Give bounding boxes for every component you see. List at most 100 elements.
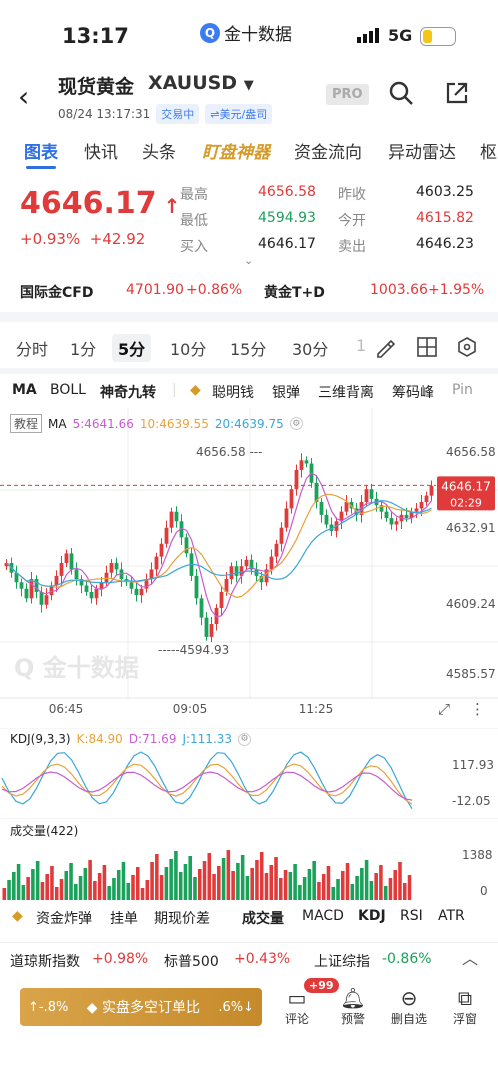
indicator-divergence[interactable]: 三维背离 [318, 382, 374, 402]
volume-bar [398, 862, 402, 900]
settings-icon[interactable]: ⚙ [238, 732, 252, 746]
instrument-title: 现货黄金 [58, 76, 135, 98]
indicator-silver-bullet[interactable]: 银弹 [272, 382, 300, 402]
tab-anomaly-radar[interactable]: 异动雷达 [388, 138, 456, 163]
last-price-value: 4646.17 [20, 186, 157, 221]
period-15m[interactable]: 15分 [230, 336, 266, 360]
settings-hex-icon[interactable] [456, 336, 478, 362]
chevron-up-icon[interactable]: ︿ [462, 945, 478, 969]
ma10-value: 10:4639.55 [139, 416, 209, 431]
kdj-d: D:71.69 [128, 732, 177, 746]
volume-bar [7, 880, 11, 900]
period-5m[interactable]: 5分 [112, 334, 152, 362]
related-tickers[interactable]: 国际金CFD 4701.90 +0.86% 黄金T+D 1003.66 +1.9… [0, 278, 498, 306]
search-icon[interactable] [388, 80, 414, 110]
indicator-magic-nine[interactable]: 神奇九转 [100, 382, 156, 402]
more-vertical-icon: ⋮ [470, 700, 485, 718]
float-window-button[interactable]: ⧉ 浮窗 [440, 986, 490, 1027]
volume-bar [202, 861, 207, 900]
subtab-volume[interactable]: 成交量 [242, 908, 284, 928]
comment-label: 评论 [284, 1012, 309, 1026]
volume-bar [40, 882, 45, 900]
back-button[interactable]: ‹ [18, 80, 29, 113]
remove-watch-label: 删自选 [390, 1012, 427, 1026]
layout-grid-icon[interactable] [416, 336, 438, 362]
period-10m[interactable]: 10分 [170, 336, 206, 360]
tutorial-button[interactable]: 教程 [10, 414, 43, 433]
candle-body [394, 521, 399, 525]
signal-icon [357, 28, 379, 43]
period-timeshare[interactable]: 分时 [16, 336, 48, 360]
volume-bar [64, 871, 69, 900]
tab-chart[interactable]: 图表 [24, 138, 58, 163]
period-1m[interactable]: 1分 [70, 336, 96, 360]
volume-bar [145, 880, 150, 900]
remove-watchlist-button[interactable]: ⊖ 删自选 [384, 986, 434, 1027]
alert-button[interactable]: 🔔︎ 预警 [328, 986, 378, 1027]
app-name: 金十数据 [224, 25, 292, 45]
subtab-macd[interactable]: MACD [302, 908, 344, 924]
period-30m[interactable]: 30分 [292, 336, 328, 360]
subtab-basis[interactable]: 期现价差 [154, 908, 210, 928]
volume-bar [379, 865, 383, 900]
battery-icon [420, 27, 456, 46]
volume-bar [126, 883, 131, 900]
diamond-icon: ◆ [12, 908, 23, 924]
low-marker: -----4594.93 [158, 643, 229, 657]
kdj-d-line [1, 771, 413, 801]
share-icon[interactable] [444, 80, 470, 110]
index-bar[interactable]: 道琼斯指数 +0.98% 标普500 +0.43% 上证综指 -0.86% ︿ [0, 942, 498, 970]
instrument-header: ‹ 现货黄金 XAUUSD ▼ 08/24 13:17:31 交易中 ⇌美元/盎… [0, 66, 498, 126]
pro-button[interactable]: PRO [326, 84, 369, 105]
clock: 13:17 [62, 24, 129, 48]
candle-body [414, 508, 419, 512]
subtab-fund-bomb[interactable]: 资金炸弹 [36, 908, 92, 928]
indicator-pin[interactable]: Pin [452, 382, 473, 398]
volume-bar [317, 882, 321, 900]
ma20-line [6, 499, 432, 587]
volume-bar [21, 885, 26, 900]
subtab-rsi[interactable]: RSI [400, 908, 423, 924]
volume-bar [74, 884, 78, 900]
tab-more[interactable]: 枢 [480, 138, 497, 163]
candlestick-chart[interactable]: 4646.17 02:29 4656.58 4632.91 4609.24 4585.57… [0, 408, 498, 723]
tab-headlines[interactable]: 头条 [142, 138, 176, 163]
ticker-value: 1003.66 [370, 282, 428, 298]
app-indicator: Q 金十数据 [200, 20, 292, 45]
indicator-boll[interactable]: BOLL [50, 382, 86, 398]
draw-tool-icon[interactable] [374, 336, 396, 362]
expand-chevron-icon[interactable]: ⌄ [244, 254, 253, 267]
settings-icon[interactable]: ⚙ [289, 417, 303, 430]
volume-bar [350, 884, 355, 900]
high-marker: 4656.58 --- [196, 445, 262, 459]
volume-bar [155, 854, 159, 900]
volume-bar [197, 869, 202, 900]
tab-news[interactable]: 快讯 [84, 138, 118, 163]
tab-fund-flow[interactable]: 资金流向 [294, 138, 362, 163]
tab-watch-tool[interactable]: 盯盘神器 [202, 138, 270, 163]
candle-body [219, 591, 224, 608]
candle-body [134, 588, 139, 596]
symbol-selector[interactable]: XAUUSD ▼ [148, 72, 254, 94]
subtab-atr[interactable]: ATR [438, 908, 465, 924]
kdj-j: J:111.33 [182, 732, 233, 746]
low-value: 4594.93 [258, 210, 316, 226]
volume-bar [331, 887, 336, 900]
order-ratio-button[interactable]: ↑-.8% ◆ 实盘多空订单比 .6%↓ [20, 988, 262, 1026]
arrow-up-icon: ↑ [156, 194, 181, 218]
candle-body [24, 588, 29, 599]
volume-bar [12, 872, 16, 900]
indicator-chip-peak[interactable]: 筹码峰 [392, 382, 434, 402]
change-pct: +0.93% [20, 230, 81, 248]
indicator-ma[interactable]: MA [12, 382, 37, 398]
indicator-smart-money[interactable]: 聪明钱 [212, 382, 254, 402]
subtab-kdj[interactable]: KDJ [358, 908, 386, 924]
subtab-orders[interactable]: 挂单 [110, 908, 138, 928]
candle-body [104, 572, 109, 583]
candle-body [169, 511, 174, 528]
period-more[interactable]: 1 [356, 336, 366, 355]
unit-badge[interactable]: ⇌美元/盎司 [205, 104, 273, 124]
volume-bar [264, 873, 269, 900]
comment-button[interactable]: ▭ 评论 [272, 986, 322, 1027]
candle-body [429, 485, 434, 496]
